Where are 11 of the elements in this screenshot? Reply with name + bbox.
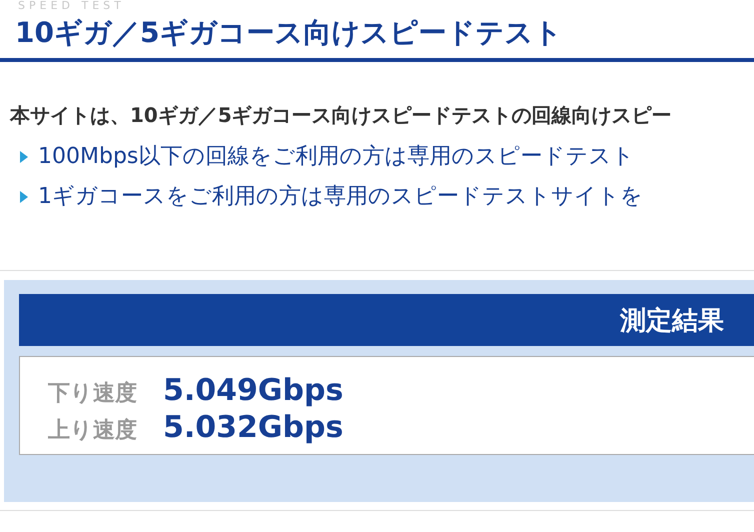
bullet-triangle-icon bbox=[20, 191, 28, 203]
speedtest-link[interactable]: 100Mbps以下の回線をご利用の方は専用のスピードテスト bbox=[38, 142, 634, 172]
speed-label: 上り速度 bbox=[48, 416, 137, 445]
speedtest-link[interactable]: 1ギガコースをご利用の方は専用のスピードテストサイトを bbox=[38, 182, 643, 212]
speed-label: 下り速度 bbox=[48, 380, 137, 408]
intro-text: 本サイトは、10ギガ／5ギガコース向けスピードテストの回線向けスピー bbox=[10, 102, 672, 128]
bullet-triangle-icon bbox=[20, 151, 28, 163]
speed-value: 5.049Gbps bbox=[163, 373, 344, 408]
page-title: 10ギガ／5ギガコース向けスピードテスト bbox=[15, 15, 564, 51]
result-heading: 測定結果 bbox=[620, 304, 724, 338]
speed-value: 5.032Gbps bbox=[163, 410, 344, 445]
